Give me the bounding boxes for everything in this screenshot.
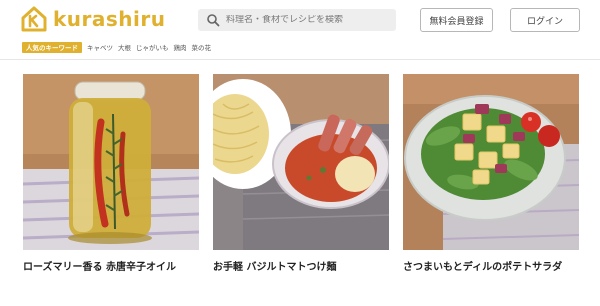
keyword-link[interactable]: 菜の花	[192, 42, 212, 52]
search-input[interactable]	[226, 15, 396, 25]
logo-text: kurashiru	[53, 7, 166, 31]
recipe-title[interactable]: さつまいもとディルのポテトサラダ	[403, 258, 600, 273]
logo-house-icon	[21, 6, 47, 32]
register-button[interactable]: 無料会員登録	[420, 8, 493, 32]
keyword-link[interactable]: じゃがいも	[136, 42, 169, 52]
search-box[interactable]	[198, 9, 396, 31]
recipe-thumbnail[interactable]	[403, 74, 579, 250]
search-icon	[207, 14, 220, 27]
keyword-link[interactable]: 大根	[118, 42, 131, 52]
recipe-card[interactable]: さつまいもとディルのポテトサラダ	[403, 74, 579, 273]
site-header: kurashiru 無料会員登録 ログイン 人気のキーワード キャベツ 大根 じ…	[0, 0, 600, 60]
recipe-title[interactable]: ローズマリー香る 赤唐辛子オイル	[23, 258, 223, 273]
recipe-title[interactable]: お手軽 バジルトマトつけ麺	[213, 258, 413, 273]
popular-keywords-badge: 人気のキーワード	[22, 41, 82, 53]
login-button[interactable]: ログイン	[510, 8, 580, 32]
recipe-thumbnail[interactable]	[23, 74, 199, 250]
kurashiru-logo[interactable]: kurashiru	[20, 4, 166, 34]
recipe-thumbnail[interactable]	[213, 74, 389, 250]
recipe-card[interactable]: ローズマリー香る 赤唐辛子オイル	[23, 74, 199, 273]
recipe-card[interactable]: お手軽 バジルトマトつけ麺	[213, 74, 389, 273]
popular-keywords: 人気のキーワード キャベツ 大根 じゃがいも 鶏肉 菜の花	[22, 41, 211, 53]
keyword-link[interactable]: 鶏肉	[174, 42, 187, 52]
keyword-link[interactable]: キャベツ	[87, 42, 113, 52]
